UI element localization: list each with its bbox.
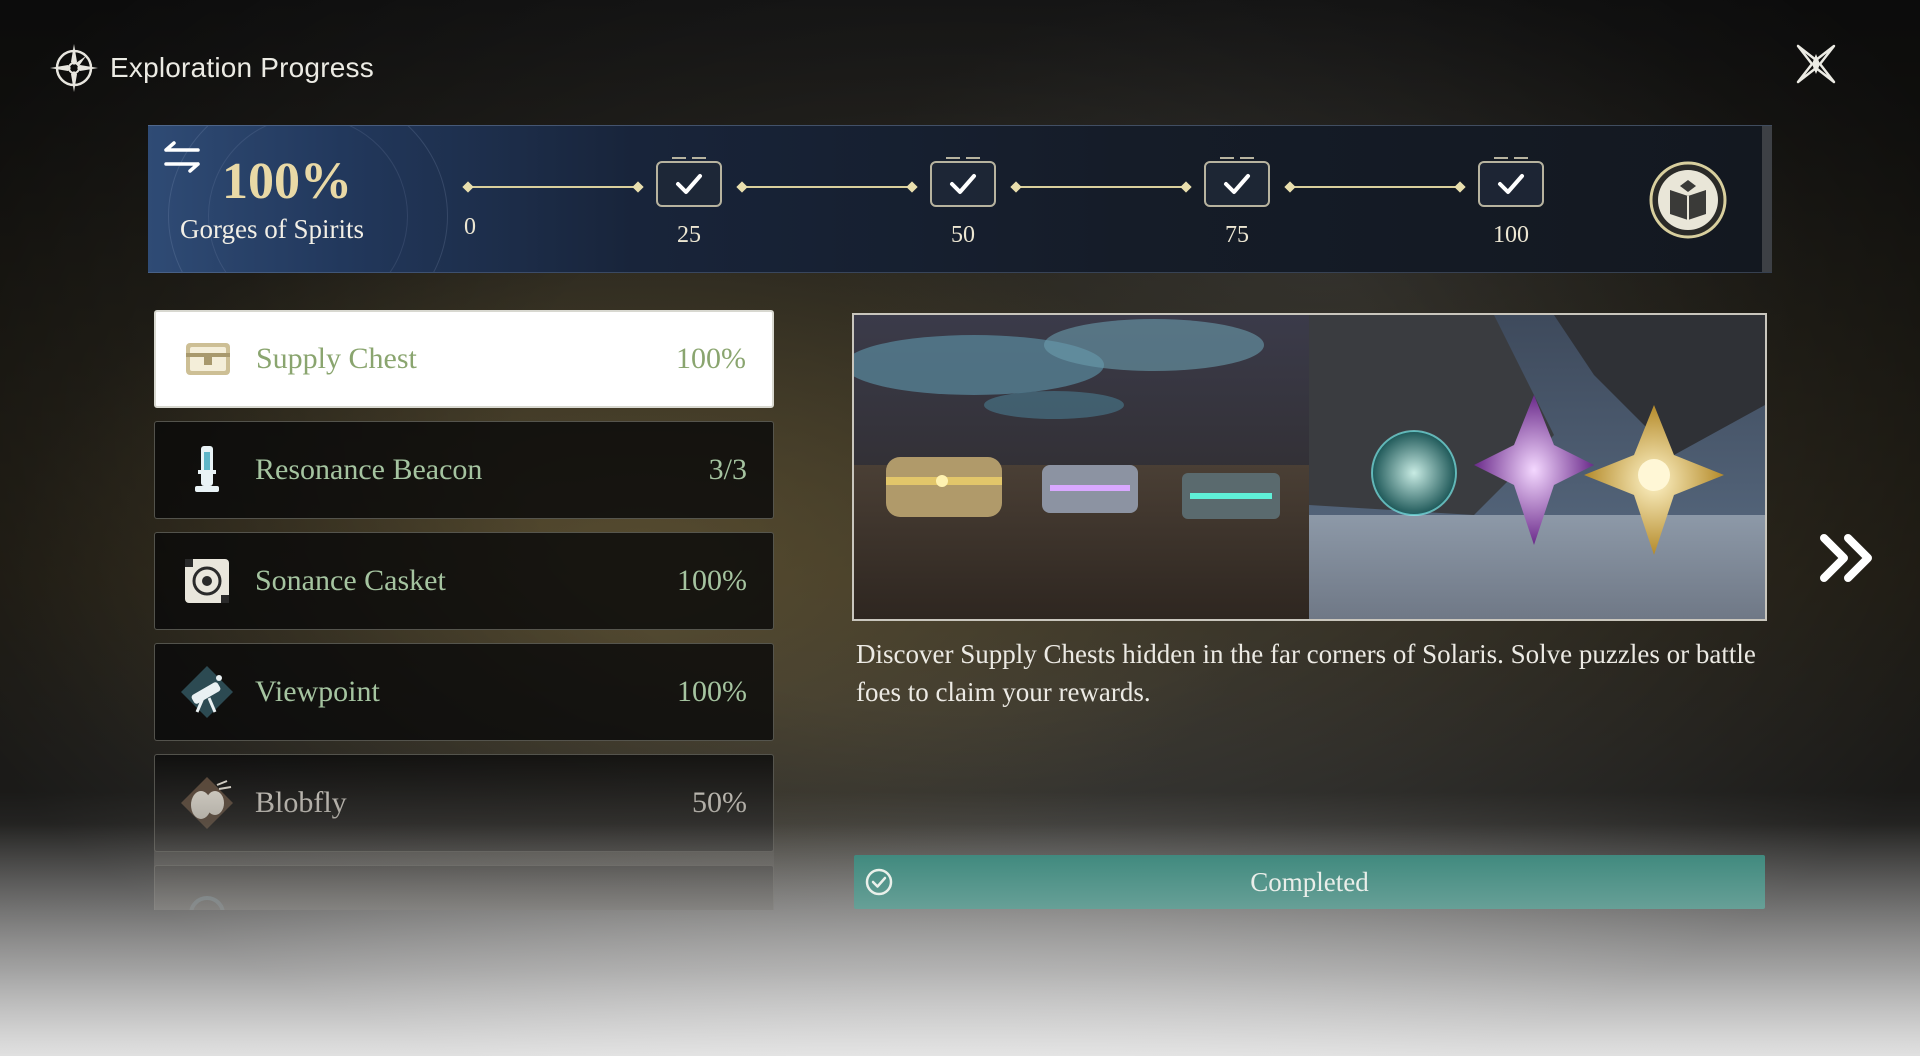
category-item-viewpoint[interactable]: Viewpoint 100%: [154, 643, 774, 741]
category-value: 100%: [677, 564, 747, 597]
milestone-label-50: 50: [951, 222, 975, 248]
check-circle-icon: [865, 868, 893, 896]
check-icon: [950, 174, 976, 194]
blobfly-icon: [181, 777, 233, 829]
category-value: 50%: [692, 786, 747, 819]
resonance-beacon-icon: [195, 446, 219, 492]
category-value: 3/3: [708, 453, 747, 486]
milestone-50-chest[interactable]: [930, 157, 996, 207]
category-description: Discover Supply Chests hidden in the far…: [856, 639, 1756, 707]
milestone-label-0: 0: [464, 214, 476, 240]
progress-track: [742, 186, 912, 188]
completed-status-bar: Completed: [854, 855, 1765, 909]
completed-label: Completed: [1250, 866, 1369, 897]
header: Exploration Progress: [48, 42, 374, 94]
preview-scene: [854, 315, 1765, 619]
progress-track: [1016, 186, 1186, 188]
region-progress-percent: 100%: [222, 153, 352, 210]
page-title: Exploration Progress: [110, 52, 374, 83]
category-icon: [189, 896, 225, 910]
category-item-sonance-casket[interactable]: Sonance Casket 100%: [154, 532, 774, 630]
category-name: Sonance Casket: [255, 564, 446, 597]
check-icon: [676, 174, 702, 194]
category-value: 100%: [676, 342, 746, 375]
milestone-100-chest[interactable]: [1478, 157, 1544, 207]
compass-icon: [50, 44, 98, 92]
sonance-casket-icon: [185, 559, 229, 603]
close-button[interactable]: [1790, 38, 1842, 90]
category-list: Supply Chest 100% Resonance Beacon 3/3 S…: [154, 310, 774, 910]
category-item-partial[interactable]: [154, 865, 774, 910]
region-progress-banner: 100% Gorges of Spirits 0 25 50 75 100: [148, 125, 1772, 273]
check-icon: [1498, 174, 1524, 194]
category-item-supply-chest[interactable]: Supply Chest 100%: [154, 310, 774, 408]
category-name: Resonance Beacon: [255, 453, 483, 486]
category-name: Supply Chest: [256, 342, 417, 375]
category-item-blobfly[interactable]: Blobfly 50%: [154, 754, 774, 852]
category-name: Blobfly: [255, 786, 347, 819]
milestone-75-chest[interactable]: [1204, 157, 1270, 207]
category-item-resonance-beacon[interactable]: Resonance Beacon 3/3: [154, 421, 774, 519]
category-name: Viewpoint: [255, 675, 380, 708]
close-icon: [1796, 44, 1836, 84]
category-value: 100%: [677, 675, 747, 708]
region-name: Gorges of Spirits: [180, 214, 365, 244]
progress-track: [1290, 186, 1460, 188]
milestone-label-25: 25: [677, 222, 701, 248]
supply-chest-icon: [186, 343, 230, 375]
viewpoint-icon: [181, 666, 233, 718]
next-page-icon[interactable]: [1818, 530, 1878, 586]
check-icon: [1224, 174, 1250, 194]
swap-region-icon[interactable]: [160, 140, 204, 176]
milestone-label-100: 100: [1493, 222, 1529, 248]
progress-track: [468, 186, 638, 188]
milestone-label-75: 75: [1225, 222, 1249, 248]
reward-book-icon[interactable]: [1648, 160, 1728, 240]
category-preview-image: [852, 313, 1767, 621]
milestone-25-chest[interactable]: [656, 157, 722, 207]
